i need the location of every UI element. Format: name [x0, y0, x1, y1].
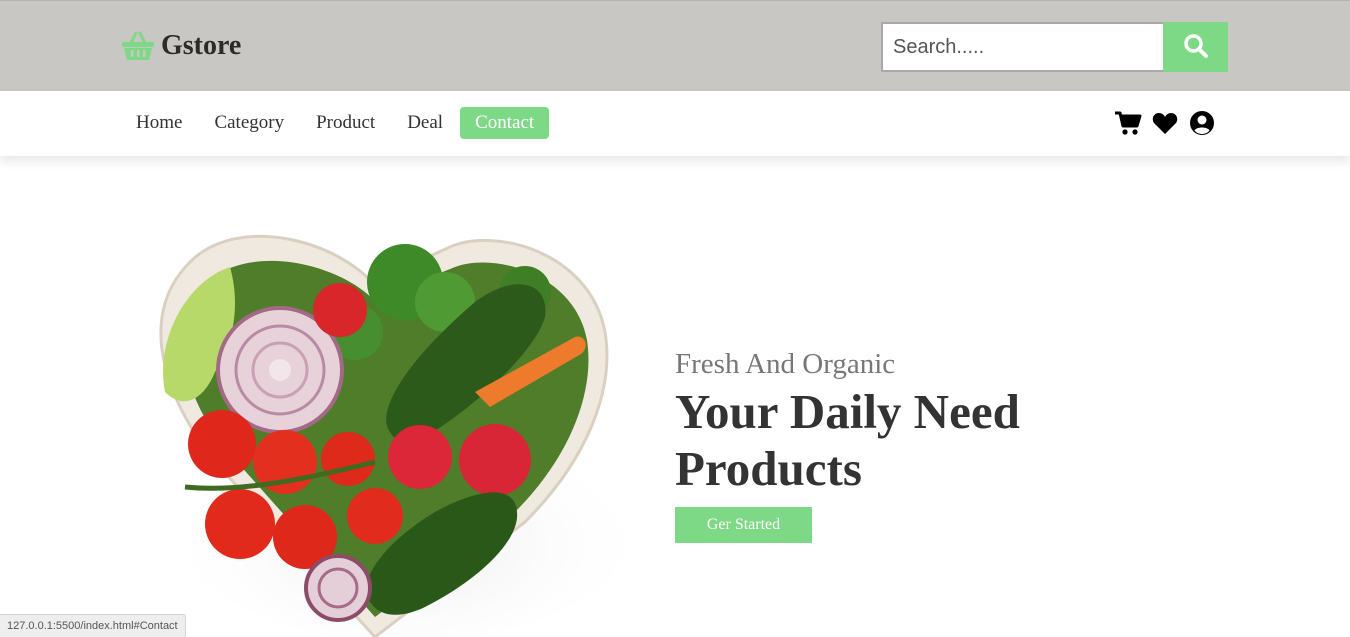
- search-icon: [1183, 33, 1209, 62]
- search-bar: [881, 22, 1228, 72]
- nav-deal[interactable]: Deal: [392, 107, 458, 139]
- get-started-button[interactable]: Ger Started: [675, 507, 812, 543]
- search-input[interactable]: [881, 22, 1163, 72]
- nav-product[interactable]: Product: [301, 107, 390, 139]
- user-circle-icon[interactable]: [1188, 110, 1216, 136]
- main-navbar: Home Category Product Deal Contact: [0, 91, 1350, 156]
- nav-contact[interactable]: Contact: [460, 107, 550, 139]
- brand-logo[interactable]: Gstore: [121, 29, 241, 63]
- nav-icons: [1114, 110, 1216, 136]
- nav-links: Home Category Product Deal Contact: [121, 107, 551, 139]
- top-header: Gstore: [0, 0, 1350, 91]
- hero-subtitle: Fresh And Organic: [675, 348, 896, 380]
- brand-name: Gstore: [161, 30, 242, 61]
- hero-image: [145, 222, 635, 637]
- nav-home[interactable]: Home: [121, 107, 197, 139]
- basket-icon: [121, 31, 155, 61]
- search-button[interactable]: [1163, 22, 1228, 72]
- heart-icon[interactable]: [1151, 110, 1179, 136]
- cart-icon[interactable]: [1114, 110, 1142, 136]
- hero-title: Your Daily Need Products: [675, 384, 1020, 496]
- browser-status-url: 127.0.0.1:5500/index.html#Contact: [0, 614, 186, 637]
- nav-category[interactable]: Category: [199, 107, 299, 139]
- hero-content: Fresh And Organic Your Daily Need Produc…: [675, 345, 1095, 543]
